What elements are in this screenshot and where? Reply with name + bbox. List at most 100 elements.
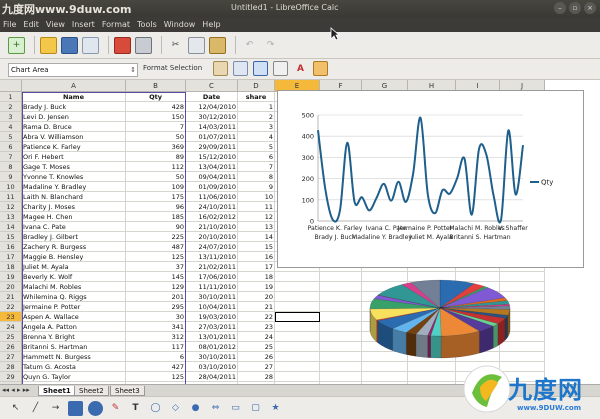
maximize-icon[interactable]: ▫ — [569, 2, 581, 14]
empty-cell[interactable] — [275, 372, 320, 382]
date-cell[interactable]: 19/03/2010 — [186, 312, 238, 322]
share-cell[interactable]: 9 — [238, 182, 275, 192]
name-cell[interactable]: Jermaine P. Potter — [22, 302, 126, 312]
name-cell[interactable]: Abra V. Williamson — [22, 132, 126, 142]
share-cell[interactable]: 13 — [238, 222, 275, 232]
chart-data-icon[interactable] — [313, 61, 328, 76]
menu-tools[interactable]: Tools — [137, 20, 157, 29]
share-cell[interactable]: 3 — [238, 122, 275, 132]
share-cell[interactable]: 16 — [238, 252, 275, 262]
menu-format[interactable]: Format — [102, 20, 130, 29]
row-header[interactable]: 27 — [0, 352, 22, 362]
empty-cell[interactable] — [275, 282, 320, 292]
row-header[interactable]: 15 — [0, 232, 22, 242]
sheet-tab-3[interactable]: Sheet3 — [110, 386, 145, 396]
name-cell[interactable]: Brenna Y. Bright — [22, 332, 126, 342]
line-icon[interactable]: ╱ — [28, 401, 43, 416]
share-cell[interactable]: 2 — [238, 112, 275, 122]
empty-cell[interactable] — [320, 282, 362, 292]
share-cell[interactable]: 25 — [238, 342, 275, 352]
share-cell[interactable]: 6 — [238, 152, 275, 162]
date-cell[interactable]: 21/02/2011 — [186, 262, 238, 272]
name-cell[interactable]: Charity J. Moses — [22, 202, 126, 212]
share-cell[interactable]: 15 — [238, 242, 275, 252]
share-cell[interactable]: 1 — [238, 102, 275, 112]
date-cell[interactable]: 08/01/2012 — [186, 342, 238, 352]
date-cell[interactable]: 21/10/2010 — [186, 222, 238, 232]
format-selection-button[interactable]: Format Selection — [143, 64, 202, 72]
empty-cell[interactable] — [275, 352, 320, 362]
empty-cell[interactable] — [275, 322, 320, 332]
share-cell[interactable]: 14 — [238, 232, 275, 242]
row-header[interactable]: 3 — [0, 112, 22, 122]
share-cell[interactable]: 5 — [238, 142, 275, 152]
name-cell[interactable]: Yvonne T. Knowles — [22, 172, 126, 182]
text-icon[interactable]: T — [128, 401, 143, 416]
qty-cell[interactable]: 312 — [126, 332, 186, 342]
qty-cell[interactable]: 117 — [126, 342, 186, 352]
row-header[interactable]: 12 — [0, 202, 22, 212]
date-cell[interactable]: 12/04/2010 — [186, 102, 238, 112]
qty-cell[interactable]: 6 — [126, 352, 186, 362]
row-header[interactable]: 14 — [0, 222, 22, 232]
name-cell[interactable]: Brady J. Buck — [22, 102, 126, 112]
empty-cell[interactable] — [320, 312, 362, 322]
date-cell[interactable]: 13/11/2010 — [186, 252, 238, 262]
callouts-icon[interactable]: ▢ — [248, 401, 263, 416]
chart-element-select[interactable]: Chart Area ⇕ — [8, 63, 138, 77]
qty-cell[interactable]: 7 — [126, 122, 186, 132]
empty-cell[interactable] — [275, 292, 320, 302]
date-cell[interactable]: 11/06/2010 — [186, 192, 238, 202]
new-document-icon[interactable]: + — [8, 36, 25, 54]
block-arrows-icon[interactable]: ⇔ — [208, 401, 223, 416]
menu-edit[interactable]: Edit — [23, 20, 39, 29]
qty-cell[interactable]: 50 — [126, 172, 186, 182]
row-header[interactable]: 1 — [0, 92, 22, 102]
date-cell[interactable]: 09/04/2011 — [186, 172, 238, 182]
date-cell[interactable]: 14/03/2011 — [186, 122, 238, 132]
select-all-corner[interactable] — [0, 80, 22, 92]
name-cell[interactable]: Beverly K. Wolf — [22, 272, 126, 282]
line-chart[interactable]: 0 100 200 300 400 500 Patience K. Farley Ivana … — [277, 90, 584, 268]
share-cell[interactable]: 28 — [238, 372, 275, 382]
share-cell[interactable]: 10 — [238, 192, 275, 202]
qty-cell[interactable]: 125 — [126, 252, 186, 262]
qty-cell[interactable]: 225 — [126, 232, 186, 242]
name-cell[interactable]: Ivana C. Pate — [22, 222, 126, 232]
column-header-b[interactable]: B — [126, 80, 186, 92]
export-pdf-icon[interactable] — [114, 36, 131, 54]
header-cell-share[interactable]: share — [238, 92, 275, 102]
save-icon[interactable] — [61, 36, 78, 54]
date-cell[interactable]: 30/10/2011 — [186, 352, 238, 362]
row-header[interactable]: 6 — [0, 142, 22, 152]
share-cell[interactable]: 23 — [238, 322, 275, 332]
qty-cell[interactable]: 96 — [126, 202, 186, 212]
qty-cell[interactable]: 50 — [126, 132, 186, 142]
menu-file[interactable]: File — [3, 20, 16, 29]
pie-slice-side[interactable] — [415, 334, 428, 358]
empty-cell[interactable] — [320, 272, 362, 282]
name-cell[interactable]: Zachery R. Burgess — [22, 242, 126, 252]
share-cell[interactable]: 11 — [238, 202, 275, 212]
share-cell[interactable]: 20 — [238, 292, 275, 302]
name-cell[interactable]: Maggie B. Hensley — [22, 252, 126, 262]
name-cell[interactable]: Aspen A. Wallace — [22, 312, 126, 322]
share-cell[interactable]: 24 — [238, 332, 275, 342]
qty-cell[interactable]: 201 — [126, 292, 186, 302]
email-icon[interactable] — [82, 36, 99, 54]
qty-cell[interactable]: 109 — [126, 182, 186, 192]
name-cell[interactable]: Whilemina Q. Riggs — [22, 292, 126, 302]
date-cell[interactable]: 03/10/2010 — [186, 362, 238, 372]
row-header[interactable]: 19 — [0, 272, 22, 282]
row-header[interactable]: 20 — [0, 282, 22, 292]
undo-icon[interactable]: ↶ — [241, 37, 258, 54]
row-header[interactable]: 24 — [0, 322, 22, 332]
share-cell[interactable]: 17 — [238, 262, 275, 272]
empty-cell[interactable] — [320, 292, 362, 302]
date-cell[interactable]: 27/03/2011 — [186, 322, 238, 332]
name-cell[interactable]: Patience K. Farley — [22, 142, 126, 152]
freeform-icon[interactable]: ✎ — [108, 401, 123, 416]
row-header[interactable]: 16 — [0, 242, 22, 252]
menu-window[interactable]: Window — [164, 20, 196, 29]
qty-cell[interactable]: 341 — [126, 322, 186, 332]
